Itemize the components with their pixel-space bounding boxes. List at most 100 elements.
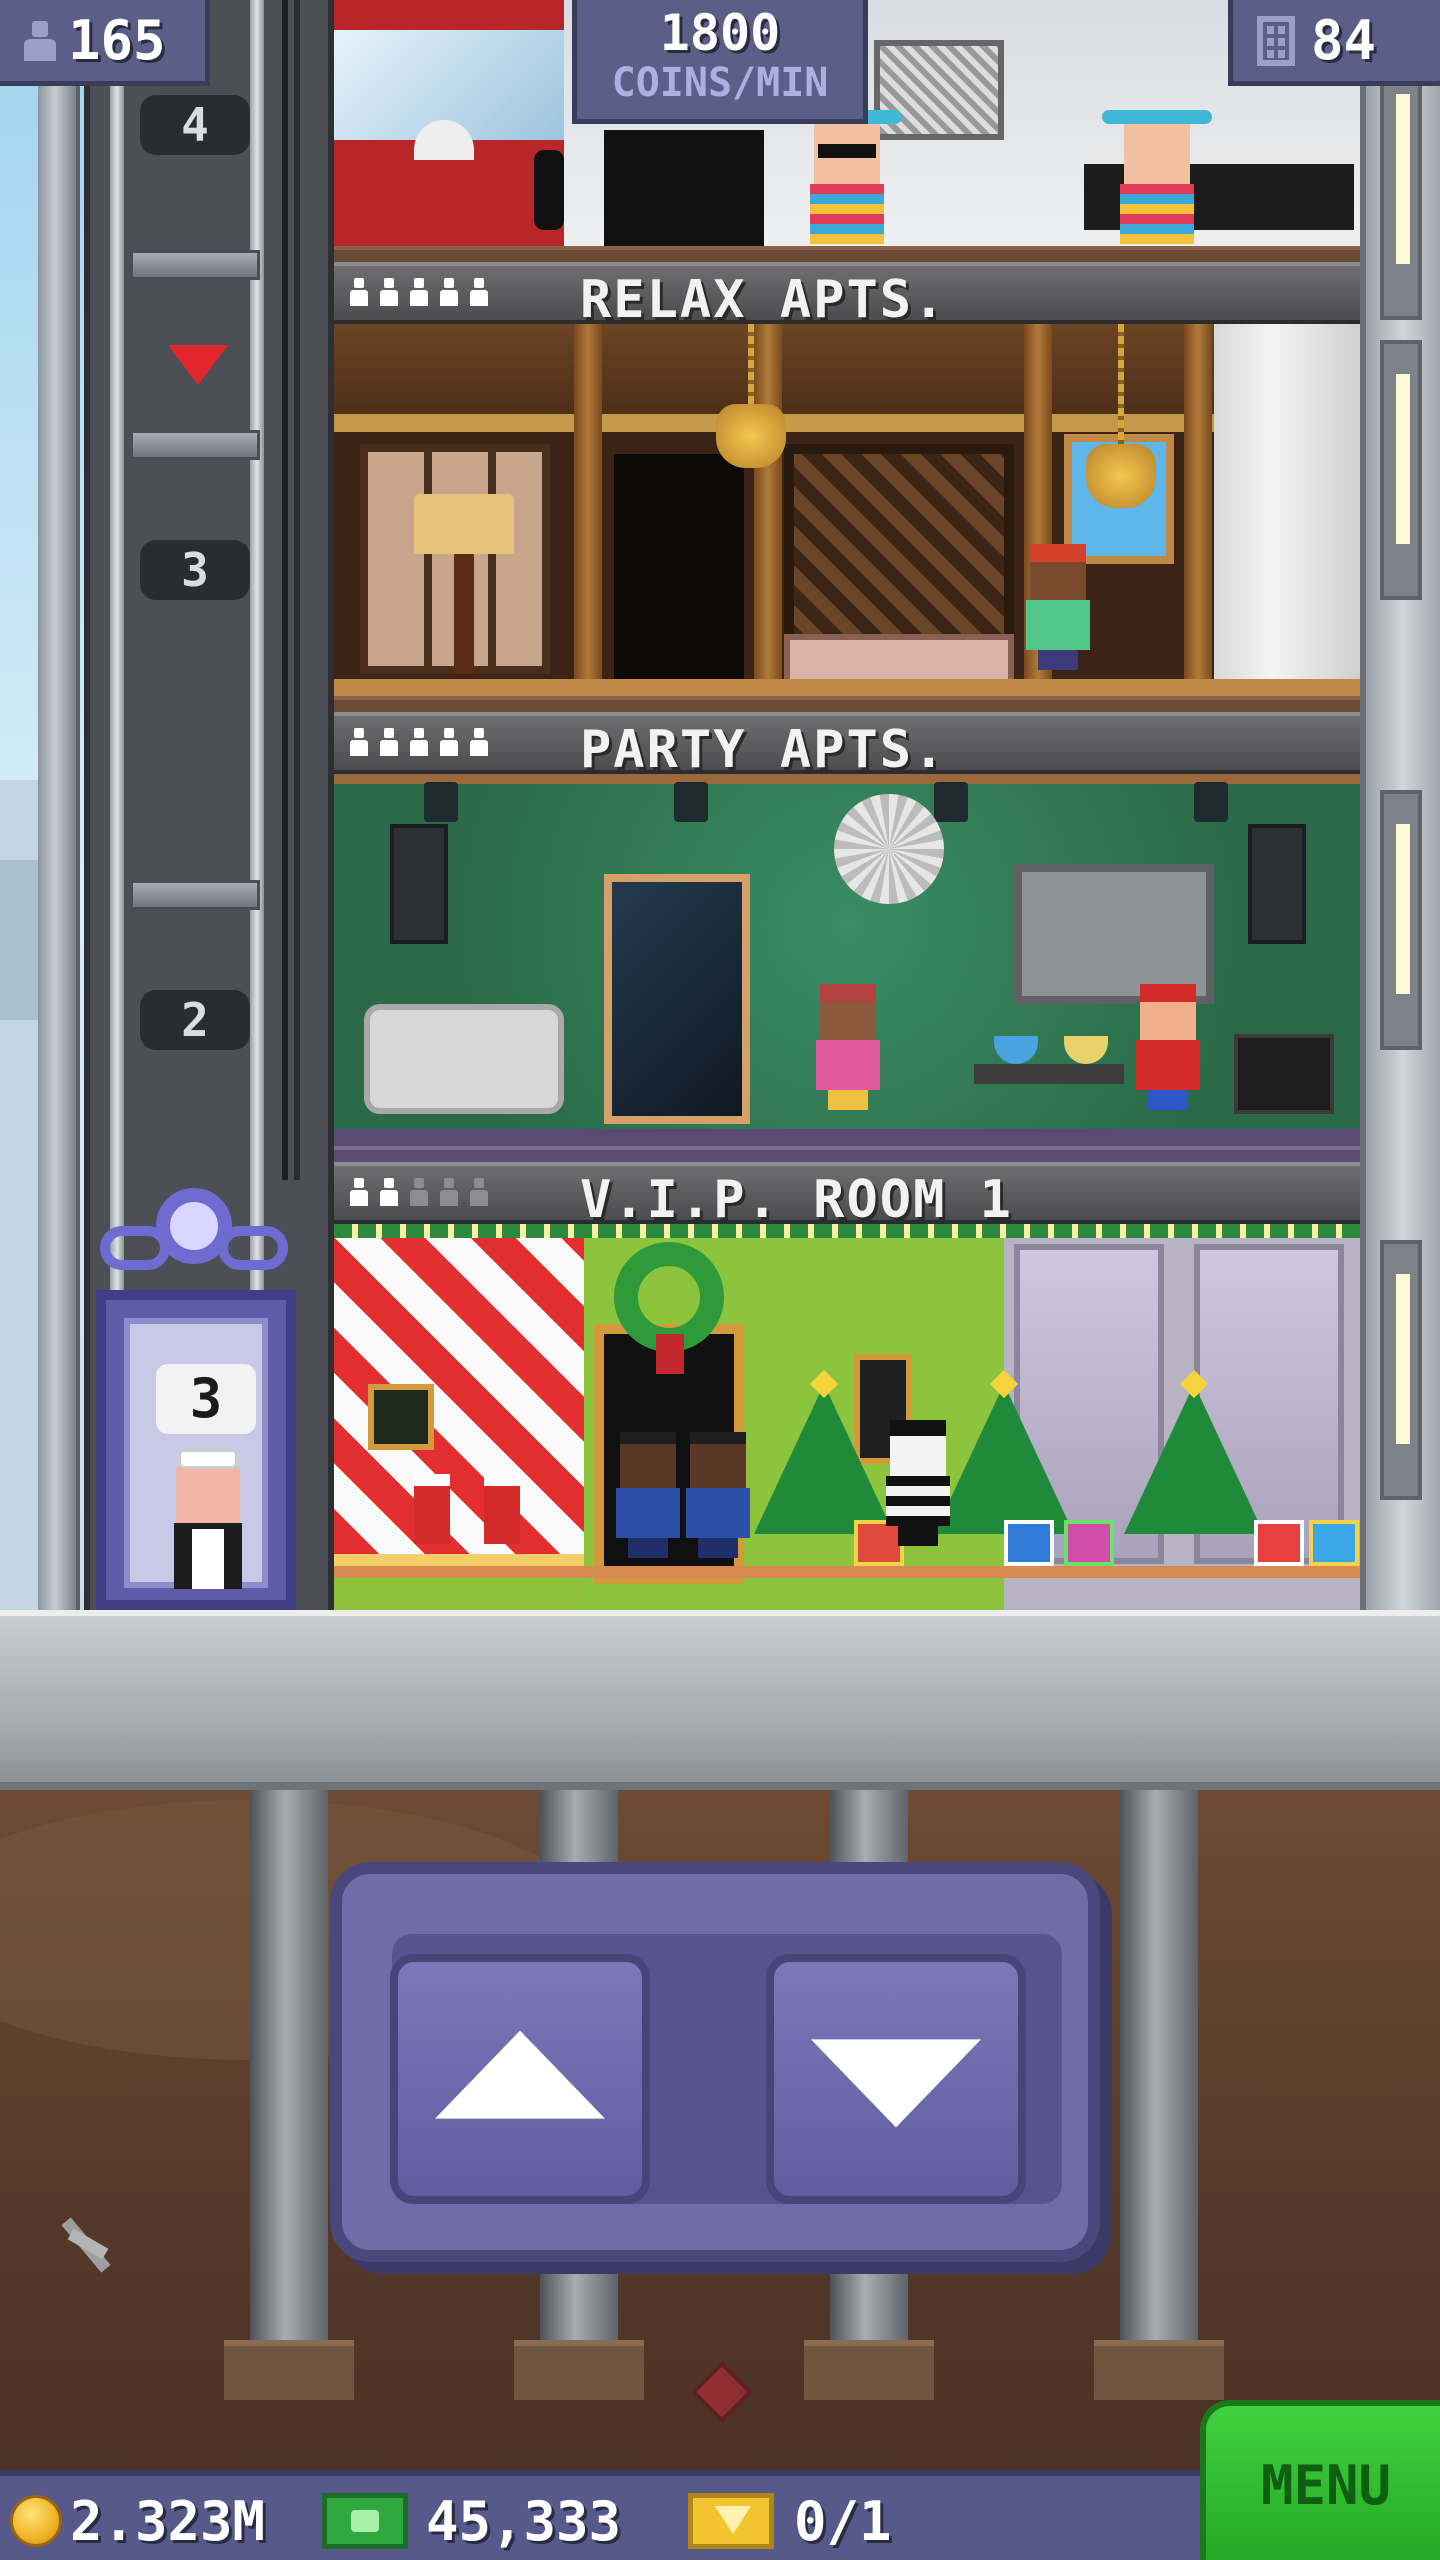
sombrero [1102,110,1212,124]
resident-slot-icon [378,278,400,308]
column-footing [1094,2340,1224,2400]
coin-icon [10,2495,62,2547]
income-rate-value: 1800 [659,4,781,62]
tower-bux-display[interactable]: 45,333 [322,2476,621,2560]
resident-head [1140,984,1196,1040]
heart-icon [168,345,228,385]
floor-divider [334,1146,1360,1162]
bone-icon[interactable] [52,2210,122,2280]
shaft-floor-marker: 4 [140,95,250,155]
shaft-crossbar [130,250,260,280]
wall-art [874,40,1004,140]
resident-legs [1038,650,1078,670]
resident-slot-icon [468,728,490,758]
elevator-up-button[interactable] [390,1954,650,2204]
floor-name: V.I.P. ROOM 1 [580,1170,1013,1230]
lantern-chain [748,324,754,404]
resident-body [810,184,884,244]
curtain [1214,324,1360,699]
security-monitor [368,1384,434,1450]
floor-sign: RELAX APTS. [334,262,1360,330]
shaft-floor-marker: 3 [140,540,250,600]
elevator-operator [170,1449,246,1589]
floor-vip-room[interactable]: V.I.P. ROOM 1 [334,1162,1360,1610]
column-footing [224,2340,354,2400]
resident-slot-icon [438,278,460,308]
menu-button[interactable]: MENU [1200,2400,1440,2560]
person-icon [20,19,60,63]
mime-visitor[interactable] [884,1420,964,1560]
tower-bux-value: 45,333 [426,2489,622,2553]
resident-body [1026,600,1090,650]
bitizen-resident[interactable] [1024,544,1094,674]
stereo [1234,1034,1334,1114]
lantern-chain [1118,324,1124,444]
lantern-icon [716,404,786,468]
shaft-floor-marker: 2 [140,990,250,1050]
tower-left-pillar [38,0,80,1610]
bitizen-resident[interactable] [1134,984,1204,1124]
lantern-icon [1086,444,1156,508]
floor-party-apts[interactable]: PARTY APTS. [334,712,1360,1162]
population-value: 165 [68,9,166,72]
exterior-window [1380,340,1422,600]
coins-value: 2.323M [70,2489,266,2553]
resident-head [820,984,876,1040]
bitizen-visitor[interactable] [614,1432,684,1562]
bitizen-resident[interactable] [814,984,884,1124]
television [1014,864,1214,1004]
floor-counter[interactable]: 84 [1228,0,1440,86]
elevator-floor-indicator: 3 [156,1364,256,1434]
resident-slot-icon [408,1178,430,1208]
resident-slot-icon [348,1178,370,1208]
population-counter[interactable]: 165 [0,0,210,86]
lamp-shade [414,494,514,554]
arrow-up-icon [435,2030,605,2119]
wood-beam [1184,324,1212,699]
shaft-crossbar [130,880,260,910]
resident-slot-icon [468,278,490,308]
gift-box [1254,1520,1304,1566]
income-rate-panel[interactable]: 1800 COINS/MIN [572,0,868,124]
gift-box [1004,1520,1054,1566]
speaker [390,824,448,944]
bitizen-visitor[interactable] [684,1432,754,1562]
floor-divider [334,246,1360,262]
floor-divider [334,696,1360,712]
bitizen-resident[interactable] [792,110,902,250]
gift-box [1064,1520,1114,1566]
support-column [1120,1790,1198,2350]
visitor-head [620,1432,676,1488]
arrow-down-icon [811,2039,981,2128]
room-interior [334,324,1360,699]
floor-name: PARTY APTS. [580,720,947,780]
spotlight [934,782,968,822]
elevator-interior: 3 [124,1318,268,1589]
elevator-cable [282,0,288,1180]
floor-relax-apts[interactable]: RELAX APTS. [334,262,1360,712]
resident-slot-icon [438,1178,460,1208]
doorway [614,454,744,699]
floor-sign: V.I.P. ROOM 1 [334,1162,1360,1230]
floor-name: RELAX APTS. [580,270,947,330]
visitor-body [886,1476,950,1526]
visitor-head [690,1432,746,1488]
building-icon [1257,15,1295,66]
lamp-stand [454,554,474,674]
exterior-window [1380,790,1422,1050]
disco-ball-icon [834,794,944,904]
elevator-down-button[interactable] [766,1954,1026,2204]
doorway [604,130,764,250]
wood-beam [574,324,602,699]
exterior-window [1380,60,1422,320]
vip-ticket-display[interactable]: 0/1 [688,2476,892,2560]
spotlight [674,782,708,822]
elevator-car[interactable]: 3 [96,1290,296,1610]
bitizen-resident[interactable] [1102,110,1212,250]
sofa [364,1004,564,1114]
coins-display[interactable]: 2.323M [10,2476,265,2560]
income-rate-unit: COINS/MIN [611,60,829,106]
shaft-crossbar [130,430,260,460]
resident-slot-icon [348,728,370,758]
vip-ticket-value: 0/1 [794,2489,892,2553]
